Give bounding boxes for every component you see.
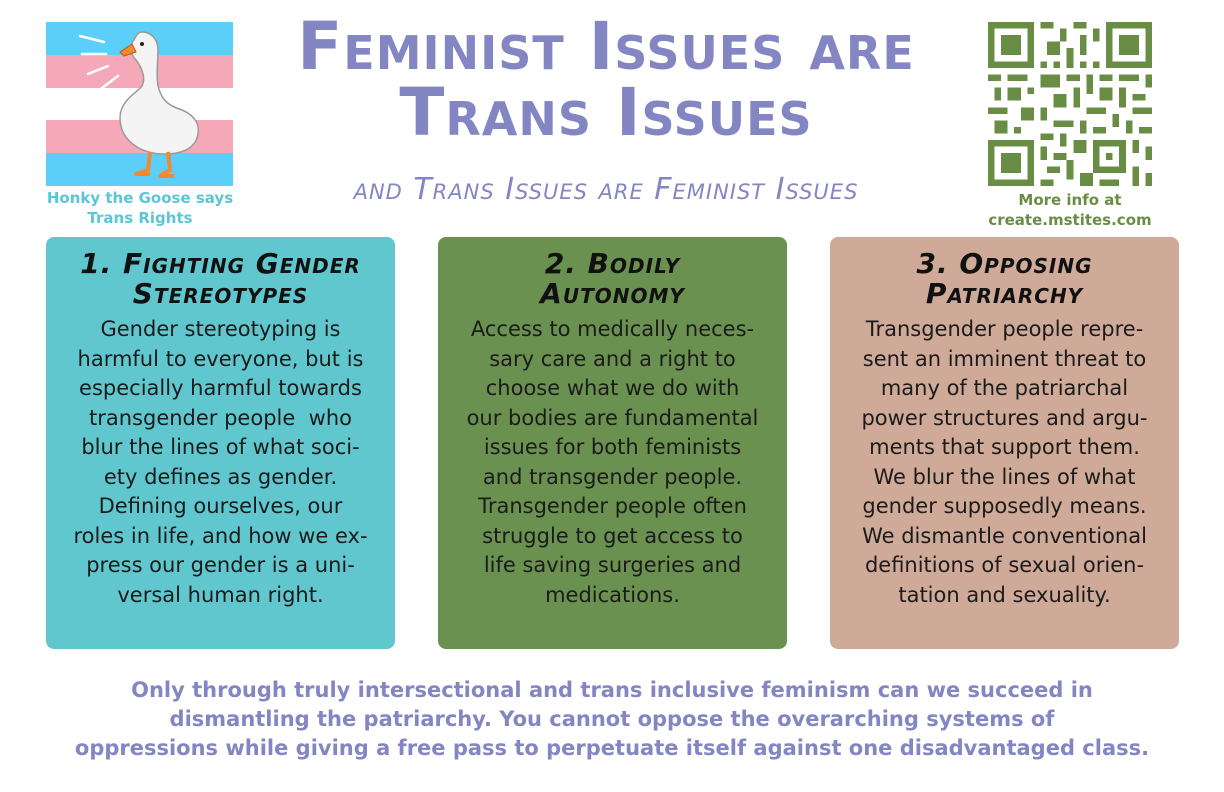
qr-caption-line: More info at — [1018, 191, 1122, 209]
card-heading-line: 1. Fighting Gender — [80, 247, 361, 280]
card-body-line: Defining ourselves, our — [98, 494, 343, 518]
card-body-line: and transgender people. — [482, 464, 743, 489]
card-heading-line: 3. Opposing — [916, 247, 1093, 280]
page-subtitle: and Trans Issues are Feminist Issues — [353, 172, 859, 207]
qr-code-icon[interactable] — [988, 22, 1152, 186]
card-body-line: choose what we do with — [485, 376, 740, 400]
goose-icon — [78, 31, 200, 178]
card-body: Access to medically neces- sary care and… — [450, 315, 775, 610]
page-title: Feminist Issues are Trans Issues — [236, 14, 976, 146]
card-body-line: roles in life, and how we ex- — [73, 523, 368, 548]
card-body-line: definitions of sexual orien- — [864, 553, 1145, 577]
card-body-line: Gender stereotyping is — [100, 317, 341, 341]
goose-caption-line: Honky the Goose says — [46, 189, 234, 207]
footer-line: oppressions while giving a free pass to … — [74, 736, 1150, 760]
card-body-line: versal human right. — [117, 582, 324, 607]
card-heading-line: 2. Bodily — [544, 247, 681, 280]
card-body-line: transgender people who — [89, 405, 352, 430]
card-heading: 1. Fighting Gender Stereotypes — [58, 249, 383, 309]
card-body-line: sent an imminent threat to — [862, 346, 1147, 371]
card-body-line: gender supposedly means. — [862, 494, 1147, 518]
qr-caption-link[interactable]: create.mstites.com — [960, 210, 1180, 230]
card-body-line: We dismantle conventional — [862, 523, 1147, 548]
goose-caption-line: Trans Rights — [87, 209, 193, 227]
card-body-line: We blur the lines of what — [873, 464, 1136, 489]
card-body-line: ety defines as gender. — [103, 464, 338, 489]
card-heading: 3. Opposing Patriarchy — [842, 249, 1167, 309]
card-body-line: Access to medically neces- — [470, 317, 755, 341]
card-heading-line: Patriarchy — [925, 277, 1084, 310]
card-body-line: issues for both feminists — [483, 435, 742, 459]
card-body-line: blur the lines of what soci- — [81, 435, 360, 459]
footer-line: Only through truly intersectional and tr… — [131, 678, 1093, 702]
footer-statement: Only through truly intersectional and tr… — [20, 676, 1204, 763]
card-heading-line: Autonomy — [540, 277, 685, 310]
card-heading: 2. Bodily Autonomy — [450, 249, 775, 309]
card-heading-line: Stereotypes — [132, 277, 309, 310]
trans-flag-goose-image — [46, 22, 233, 186]
card-body-line: life saving surgeries and — [483, 553, 742, 577]
card-body-line: our bodies are fundamental — [466, 405, 759, 430]
card-body-line: Transgender people often — [478, 494, 747, 518]
footer-line: dismantling the patriarchy. You cannot o… — [169, 707, 1055, 731]
title-line: Trans Issues — [399, 74, 813, 151]
card-body: Transgender people repre- sent an immine… — [842, 315, 1167, 610]
goose-caption: Honky the Goose says Trans Rights — [30, 188, 250, 228]
card-body: Gender stereotyping is harmful to everyo… — [58, 315, 383, 610]
card-body-line: medications. — [545, 582, 680, 607]
card-opposing-patriarchy: 3. Opposing Patriarchy Transgender peopl… — [830, 237, 1179, 649]
card-bodily-autonomy: 2. Bodily Autonomy Access to medically n… — [438, 237, 787, 649]
card-body-line: sary care and a right to — [489, 346, 736, 371]
qr-caption: More info at create.mstites.com — [960, 190, 1180, 230]
card-body-line: ments that support them. — [869, 435, 1140, 459]
card-body-line: harmful to everyone, but is — [77, 346, 364, 371]
card-fighting-gender-stereotypes: 1. Fighting Gender Stereotypes Gender st… — [46, 237, 395, 649]
card-body-line: many of the patriarchal — [880, 376, 1129, 400]
card-body-line: power structures and argu- — [861, 405, 1148, 430]
card-body-line: press our gender is a uni- — [86, 553, 355, 577]
card-body-line: tation and sexuality. — [898, 582, 1111, 607]
card-body-line: Transgender people repre- — [865, 317, 1144, 341]
card-body-line: struggle to get access to — [482, 523, 743, 548]
card-body-line: especially harmful towards — [79, 376, 362, 400]
title-line: Feminist Issues are — [297, 8, 915, 85]
